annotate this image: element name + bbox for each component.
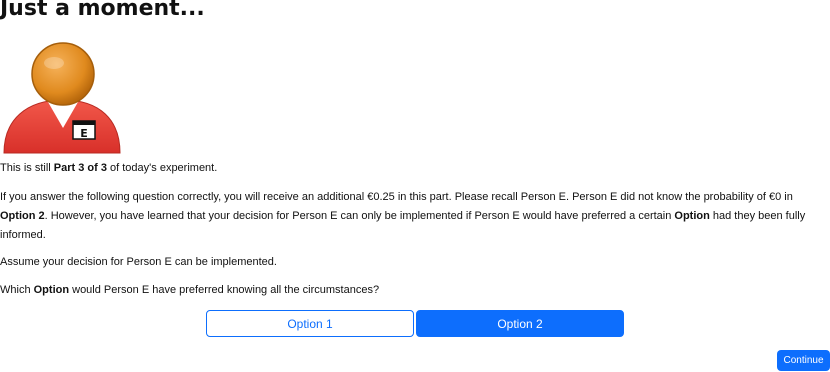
option-1-button[interactable]: Option 1 xyxy=(206,310,414,337)
option-2-button[interactable]: Option 2 xyxy=(416,310,624,337)
badge-icon: E xyxy=(72,120,96,140)
assume-paragraph: Assume your decision for Person E can be… xyxy=(0,256,277,268)
badge-letter: E xyxy=(80,127,88,140)
page-title: Just a moment... xyxy=(0,0,205,21)
continue-button[interactable]: Continue xyxy=(777,350,830,371)
info-paragraph: If you answer the following question cor… xyxy=(0,191,806,241)
part-indicator-text: This is still Part 3 of 3 of today's exp… xyxy=(0,162,218,174)
question-text: Which Option would Person E have preferr… xyxy=(0,284,380,296)
person-avatar-icon: E xyxy=(3,42,121,154)
part-number: Part 3 of 3 xyxy=(53,162,107,174)
